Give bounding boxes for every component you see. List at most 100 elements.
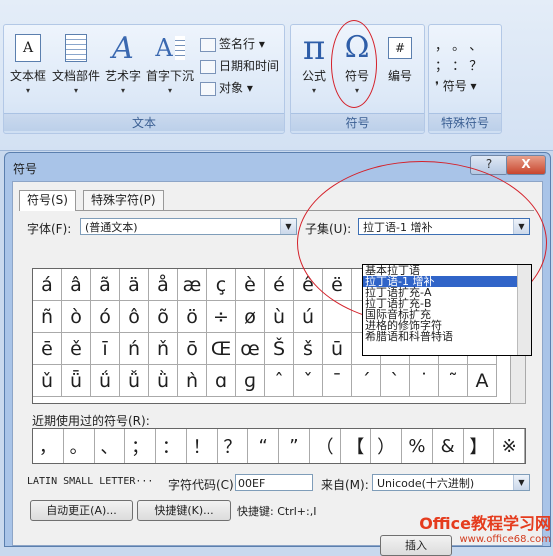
symbol-cell[interactable]: ˋ	[381, 365, 410, 397]
chevron-down-icon: ▼	[513, 219, 529, 234]
subset-option[interactable]: 希腊语和科普特语	[363, 331, 531, 342]
textbox-button[interactable]: A 文本框 ▾	[8, 33, 48, 95]
recent-symbol-cell[interactable]: ！	[187, 429, 218, 463]
symbol-cell[interactable]: ń	[120, 333, 149, 365]
recent-symbol-cell[interactable]: 【	[341, 429, 372, 463]
symbol-cell[interactable]: ǘ	[91, 365, 120, 397]
symbol-cell[interactable]: å	[149, 269, 178, 301]
symbol-cell[interactable]: ä	[120, 269, 149, 301]
font-select[interactable]: (普通文本) ▼	[80, 218, 297, 235]
special-symbols-row-2[interactable]: ； ： ？	[435, 55, 482, 74]
recent-symbol-cell[interactable]: （	[310, 429, 341, 463]
autocorrect-button[interactable]: 自动更正(A)...	[30, 500, 133, 521]
symbol-cell[interactable]: ǹ	[178, 365, 207, 397]
symbol-cell[interactable]: š	[294, 333, 323, 365]
symbol-group: π 公式 ▾ Ω 符号 ▾ # 编号 符号	[290, 24, 425, 134]
recent-symbol-cell[interactable]: %	[402, 429, 433, 463]
symbol-cell[interactable]: õ	[149, 301, 178, 333]
symbol-cell[interactable]: ñ	[33, 301, 62, 333]
recent-symbol-cell[interactable]: ※	[494, 429, 525, 463]
symbol-cell[interactable]: ç	[207, 269, 236, 301]
recent-symbol-cell[interactable]: “	[248, 429, 279, 463]
symbol-cell[interactable]: Œ	[207, 333, 236, 365]
recent-symbol-cell[interactable]: 】	[464, 429, 495, 463]
recent-symbol-cell[interactable]: ；	[125, 429, 156, 463]
symbol-cell[interactable]: ǚ	[120, 365, 149, 397]
subset-label: 子集(U):	[305, 222, 352, 236]
symbol-cell[interactable]: ø	[236, 301, 265, 333]
symbol-dialog: 符号 ? X 符号(S) 特殊字符(P) 字体(F): (普通文本) ▼ 子集(…	[4, 152, 551, 556]
datetime-button[interactable]: 日期和时间	[200, 57, 279, 74]
symbol-cell[interactable]	[323, 301, 352, 333]
symbol-cell[interactable]: ū	[323, 333, 352, 365]
subset-select[interactable]: 拉丁语-1 增补 ▼	[358, 218, 530, 235]
symbol-cell[interactable]: è	[236, 269, 265, 301]
numbering-button[interactable]: # 编号	[381, 33, 419, 84]
symbol-cell[interactable]: ě	[62, 333, 91, 365]
recent-symbol-cell[interactable]: 。	[64, 429, 95, 463]
symbol-cell[interactable]: ã	[91, 269, 120, 301]
dropcap-button[interactable]: A 首字下沉 ▾	[144, 33, 196, 95]
symbol-cell[interactable]: ǜ	[149, 365, 178, 397]
symbol-cell[interactable]: ˇ	[294, 365, 323, 397]
wordart-icon: A	[112, 30, 134, 66]
symbol-cell[interactable]: ù	[265, 301, 294, 333]
special-symbols-row-1[interactable]: ， 。 、	[435, 35, 482, 54]
signature-line-button[interactable]: 签名行 ▾	[200, 35, 265, 52]
symbol-cell[interactable]: ö	[178, 301, 207, 333]
symbol-cell[interactable]: ī	[91, 333, 120, 365]
equation-button[interactable]: π 公式 ▾	[295, 31, 333, 95]
close-button[interactable]: X	[506, 155, 546, 175]
symbol-button[interactable]: Ω 符号 ▾	[338, 30, 376, 96]
quickparts-button[interactable]: 文档部件 ▾	[50, 33, 102, 95]
symbol-cell[interactable]: æ	[178, 269, 207, 301]
object-button[interactable]: 对象 ▾	[200, 79, 253, 96]
symbol-cell[interactable]: ˜	[439, 365, 468, 397]
symbol-cell[interactable]: œ	[236, 333, 265, 365]
symbol-cell[interactable]: é	[265, 269, 294, 301]
recent-symbol-cell[interactable]: ”	[279, 429, 310, 463]
symbol-cell[interactable]: ō	[178, 333, 207, 365]
tab-symbols[interactable]: 符号(S)	[19, 190, 76, 211]
dialog-titlebar[interactable]: 符号 ? X	[5, 153, 550, 181]
symbol-cell[interactable]: Š	[265, 333, 294, 365]
from-select[interactable]: Unicode(十六进制) ▼	[372, 474, 530, 491]
recent-symbol-cell[interactable]: ：	[156, 429, 187, 463]
recent-symbol-cell[interactable]: &	[433, 429, 464, 463]
symbol-cell[interactable]: á	[33, 269, 62, 301]
symbol-cell[interactable]: ˆ	[265, 365, 294, 397]
symbol-cell[interactable]: ÷	[207, 301, 236, 333]
symbol-cell[interactable]: ɡ	[236, 365, 265, 397]
textbox-icon: A	[13, 33, 43, 63]
symbol-cell[interactable]: ē	[33, 333, 62, 365]
symbol-cell[interactable]: ǖ	[62, 365, 91, 397]
symbol-cell[interactable]: ɑ	[207, 365, 236, 397]
symbol-cell[interactable]: ˊ	[352, 365, 381, 397]
symbol-cell[interactable]: ň	[149, 333, 178, 365]
recent-symbol-cell[interactable]: ）	[371, 429, 402, 463]
symbol-cell[interactable]: ˉ	[323, 365, 352, 397]
symbol-cell[interactable]: ˙	[410, 365, 439, 397]
symbol-cell[interactable]: A	[468, 365, 497, 397]
symbol-cell[interactable]: ǔ	[33, 365, 62, 397]
char-code-input[interactable]: 00EF	[235, 474, 313, 491]
omega-icon: Ω	[344, 30, 370, 65]
special-symbol-dropdown[interactable]: ❜ 符号 ▾	[435, 77, 477, 94]
special-symbols-group: ， 。 、 ； ： ？ ❜ 符号 ▾ 特殊符号	[428, 24, 502, 134]
symbol-cell[interactable]: ó	[91, 301, 120, 333]
recent-symbol-cell[interactable]: 、	[95, 429, 126, 463]
shortcut-key-text: 快捷键: Ctrl+:,I	[237, 505, 317, 518]
recent-symbol-cell[interactable]: ，	[33, 429, 64, 463]
symbol-cell[interactable]: ë	[323, 269, 352, 301]
shortcut-key-button[interactable]: 快捷键(K)...	[137, 500, 231, 521]
symbol-cell[interactable]: â	[62, 269, 91, 301]
symbol-cell[interactable]: ô	[120, 301, 149, 333]
symbol-cell[interactable]: ú	[294, 301, 323, 333]
symbol-cell[interactable]: ê	[294, 269, 323, 301]
dropdown-scrollbar[interactable]	[517, 265, 531, 355]
recent-symbol-cell[interactable]: ？	[218, 429, 249, 463]
wordart-button[interactable]: A 艺术字 ▾	[103, 30, 143, 96]
tab-special-characters[interactable]: 特殊字符(P)	[83, 190, 164, 210]
help-button[interactable]: ?	[470, 155, 508, 175]
symbol-cell[interactable]: ò	[62, 301, 91, 333]
